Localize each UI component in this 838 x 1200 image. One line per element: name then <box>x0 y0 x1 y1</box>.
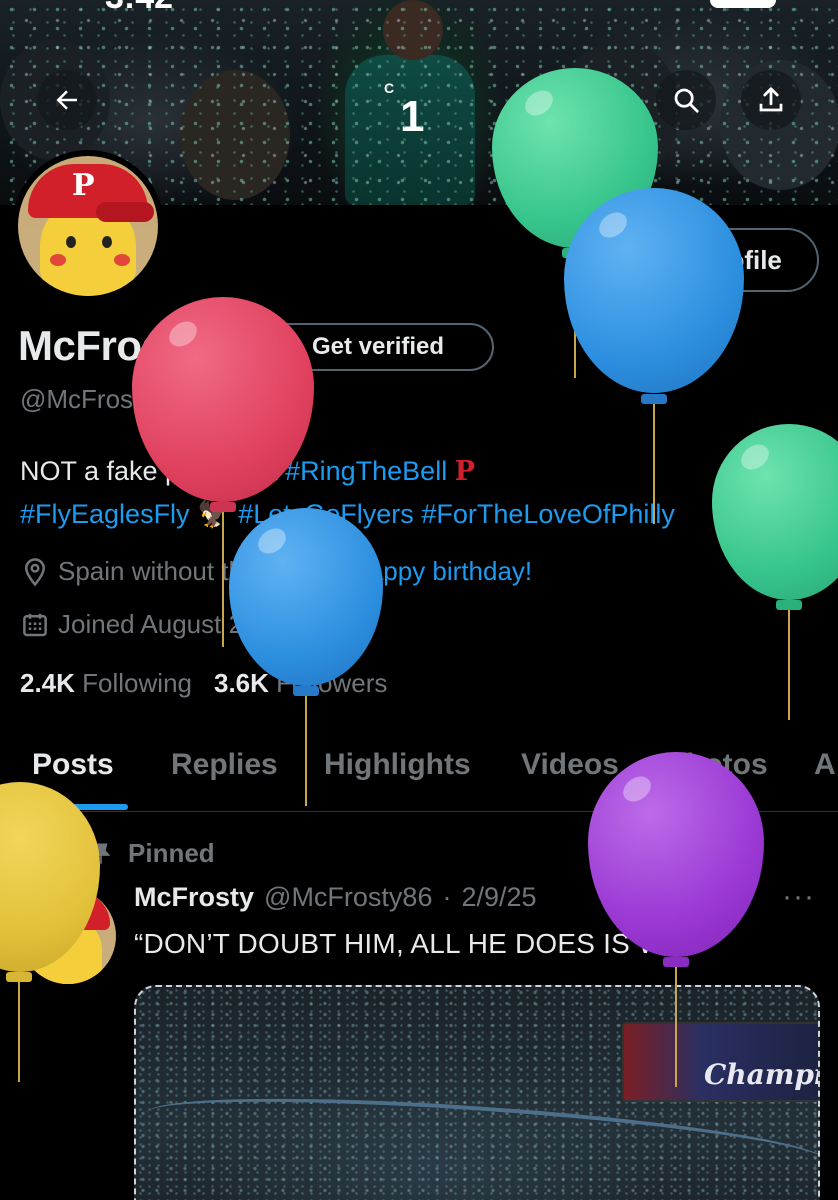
balloon-icon <box>318 557 336 584</box>
phillies-logo-icon: 𝐏 <box>454 456 476 487</box>
pin-icon <box>91 842 111 864</box>
post-author-name[interactable]: McFrosty <box>134 882 254 913</box>
tab-highlights[interactable]: Highlights <box>324 748 471 782</box>
post-header: McFrosty @McFrosty86 · 2/9/25 <box>134 882 537 913</box>
status-time: 3:42 <box>105 0 173 17</box>
following-link[interactable]: 2.4K Following <box>20 668 192 699</box>
stadium-screen: Champions <box>622 1022 818 1102</box>
avatar-image: 𝐏 <box>18 156 158 296</box>
post-media-image[interactable]: Champions <box>134 985 820 1200</box>
eagle-emoji-icon: 🦅 <box>197 499 231 529</box>
status-bar: 3:42 <box>0 0 838 18</box>
post-author-handle[interactable]: @McFrosty86 <box>264 882 432 913</box>
pinned-indicator: Pinned <box>88 838 215 869</box>
cap-logo: 𝐏 <box>72 168 95 203</box>
get-verified-label: Get verified <box>312 333 445 360</box>
post-author-avatar[interactable] <box>20 888 116 984</box>
followers-link[interactable]: 3.6K Followers <box>214 668 387 699</box>
back-button[interactable] <box>37 70 97 130</box>
profile-bio: NOT a fake pessimist #RingTheBell 𝐏 #Fly… <box>20 450 830 535</box>
active-tab-indicator <box>28 804 128 810</box>
birthday-link[interactable]: Happy birthday! <box>350 556 532 587</box>
bio-hashtag[interactable]: #LetsGoFlyers <box>238 499 414 529</box>
post-text: “DON’T DOUBT HIM, ALL HE DOES IS WIN” <box>134 928 703 959</box>
joined-text: Joined August 2020 <box>58 609 287 639</box>
search-button[interactable] <box>656 70 716 130</box>
edit-profile-button[interactable]: Edit profile <box>609 228 819 292</box>
profile-meta-location: Spain without the S Happy birthday! <box>20 556 532 587</box>
search-icon <box>674 88 699 113</box>
battery-icon <box>710 0 776 8</box>
followers-count: 3.6K <box>213 668 269 698</box>
profile-handle: @McFrosty86 <box>20 384 183 414</box>
location-text: Spain without the S <box>58 556 283 586</box>
post-date[interactable]: 2/9/25 <box>461 882 536 913</box>
bio-hashtag[interactable]: #FlyEaglesFly <box>20 499 190 529</box>
pinned-label: Pinned <box>128 838 215 868</box>
tab-posts[interactable]: Posts <box>32 748 114 782</box>
calendar-icon <box>23 613 47 636</box>
follow-stats: 2.4K Following 3.6K Followers <box>20 668 387 699</box>
followers-label: Followers <box>276 668 388 698</box>
bio-text: NOT a fake pessimist <box>20 456 286 486</box>
profile-avatar[interactable]: 𝐏 <box>12 150 164 302</box>
back-arrow-icon <box>56 90 77 110</box>
share-icon <box>759 87 783 112</box>
bio-hashtag[interactable]: #RingTheBell <box>285 456 447 486</box>
tab-videos[interactable]: Videos <box>521 748 619 782</box>
profile-meta-joined: Joined August 2020 <box>20 609 286 640</box>
tab-photos[interactable]: Photos <box>666 748 768 782</box>
following-label: Following <box>82 668 192 698</box>
share-button[interactable] <box>741 70 801 130</box>
profile-name: McFrosty <box>18 322 201 369</box>
get-verified-button[interactable]: Get verified <box>248 323 494 371</box>
post-more-button[interactable]: ··· <box>782 880 815 914</box>
profile-tabs: Posts Replies Highlights Videos Photos A <box>0 740 838 812</box>
bio-hashtag[interactable]: #ForTheLoveOfPhilly <box>421 499 675 529</box>
tab-replies[interactable]: Replies <box>171 748 278 782</box>
verified-badge-icon <box>277 334 301 360</box>
post-separator: · <box>442 882 452 912</box>
location-icon <box>24 557 46 586</box>
tab-articles[interactable]: A <box>814 748 836 782</box>
following-count: 2.4K <box>20 668 75 698</box>
stadium-screen-text: Champions <box>704 1058 818 1091</box>
